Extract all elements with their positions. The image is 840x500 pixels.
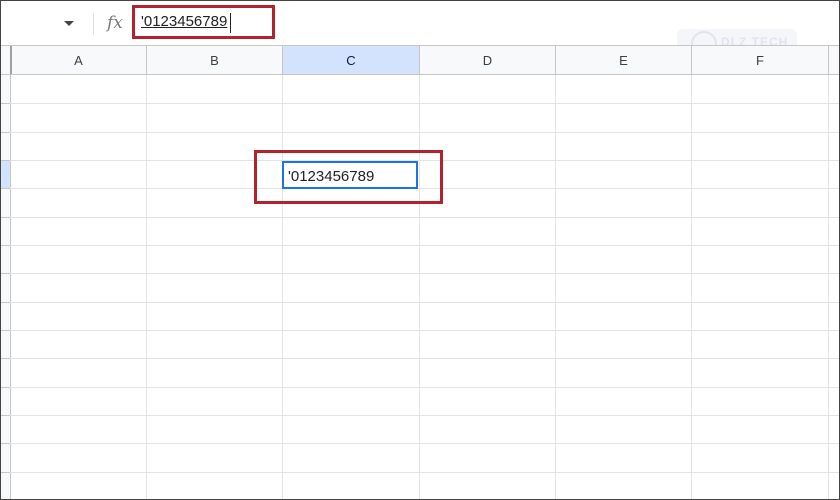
cell-grid[interactable]: '0123456789 (1, 75, 839, 499)
row-divider (1, 415, 10, 416)
gridline (828, 75, 829, 499)
gridline (10, 273, 839, 274)
gridline (10, 103, 839, 104)
active-row-header[interactable] (1, 160, 10, 188)
column-header-a[interactable]: A (11, 46, 147, 74)
spreadsheet-window: fx '0123456789 DLZ TECH A B C D E F '012… (0, 0, 840, 500)
row-divider (1, 103, 10, 104)
gridline (10, 302, 839, 303)
gridline (555, 75, 556, 499)
row-divider (1, 245, 10, 246)
formula-bar-divider (93, 13, 94, 35)
row-divider (1, 358, 10, 359)
gridline (419, 75, 420, 499)
gridline (10, 217, 839, 218)
gridline (10, 358, 839, 359)
cell-highlight-box (254, 150, 443, 204)
gridline (10, 132, 839, 133)
column-header-c[interactable]: C (283, 46, 420, 74)
row-divider (1, 302, 10, 303)
column-header-f[interactable]: F (692, 46, 829, 74)
row-header-strip (1, 75, 11, 499)
row-divider (1, 273, 10, 274)
gridline (691, 75, 692, 499)
gridline (282, 75, 283, 499)
column-header-e[interactable]: E (556, 46, 692, 74)
gridline (10, 443, 839, 444)
gridline (146, 75, 147, 499)
column-header-row: A B C D E F (1, 45, 839, 75)
row-divider (1, 217, 10, 218)
fx-icon: fx (107, 13, 123, 33)
row-divider (1, 132, 10, 133)
column-header-d[interactable]: D (420, 46, 556, 74)
gridline (10, 472, 839, 473)
gridline (10, 245, 839, 246)
chevron-down-icon (64, 21, 74, 26)
gridline (10, 415, 839, 416)
row-divider (1, 188, 10, 189)
formula-highlight-box (132, 5, 275, 39)
gridline (10, 387, 839, 388)
namebox-dropdown-button[interactable] (57, 15, 81, 33)
row-divider (1, 472, 10, 473)
row-divider (1, 387, 10, 388)
row-divider (1, 443, 10, 444)
column-header-b[interactable]: B (147, 46, 283, 74)
row-divider (1, 160, 10, 161)
row-divider (1, 330, 10, 331)
gridline (10, 330, 839, 331)
